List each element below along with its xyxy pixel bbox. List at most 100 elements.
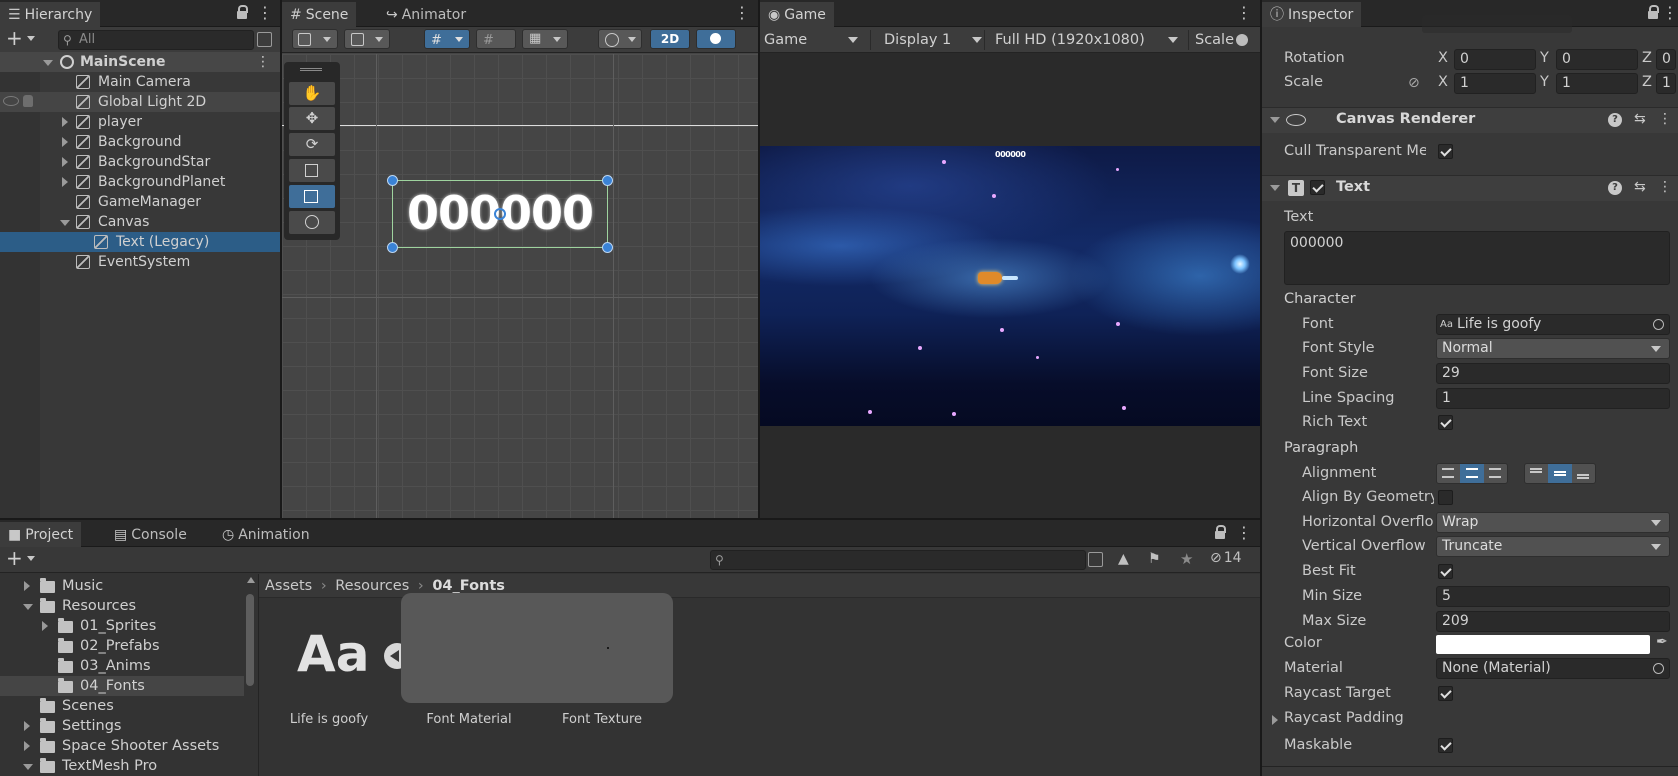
search-filter-icon[interactable] xyxy=(1088,552,1103,567)
create-button[interactable]: + xyxy=(6,28,40,50)
filter-by-type-icon[interactable]: ▲ xyxy=(1118,551,1129,567)
component-menu-icon[interactable]: ⋮ xyxy=(1658,111,1672,127)
line-spacing-field[interactable]: 1 xyxy=(1436,388,1670,409)
max-size-field[interactable]: 209 xyxy=(1436,611,1670,632)
selected-text-rect[interactable]: 000000 xyxy=(387,175,613,253)
h-overflow-dropdown[interactable]: Wrap xyxy=(1436,512,1670,533)
scale-tool-button[interactable] xyxy=(289,159,335,182)
eyedropper-icon[interactable]: ✒ xyxy=(1656,634,1668,650)
toggle-2d-button[interactable]: 2D xyxy=(650,29,690,49)
more-menu-icon[interactable]: ⋮ xyxy=(257,3,273,23)
project-folder-item[interactable]: TextMesh Pro xyxy=(0,756,244,776)
scene-menu-icon[interactable]: ⋮ xyxy=(256,52,270,72)
tab-animator[interactable]: ↪ Animator xyxy=(378,2,474,27)
chevron-right-icon[interactable] xyxy=(24,741,30,751)
project-folder-item[interactable]: 01_Sprites xyxy=(0,616,244,636)
chevron-right-icon[interactable] xyxy=(62,177,68,187)
asset-label-font-material[interactable]: Font Material xyxy=(409,712,529,727)
best-fit-checkbox[interactable] xyxy=(1438,564,1453,579)
palette-drag-handle[interactable] xyxy=(300,68,322,71)
cull-transparent-checkbox[interactable] xyxy=(1438,144,1453,159)
raycast-padding-expander[interactable] xyxy=(1272,715,1278,725)
hidden-packages-toggle[interactable]: ⊘ 14 xyxy=(1210,550,1242,566)
resolution-dropdown[interactable]: Full HD (1920x1080) xyxy=(984,30,1184,50)
hierarchy-item[interactable]: Global Light 2D xyxy=(0,92,280,112)
tab-game[interactable]: ◉ Game xyxy=(760,2,834,27)
grid-visibility-dropdown[interactable]: ▦ xyxy=(522,29,568,49)
collapse-toggle[interactable] xyxy=(1270,185,1280,191)
project-folder-item[interactable]: Resources xyxy=(0,596,244,616)
align-right-button[interactable] xyxy=(1484,464,1507,483)
hierarchy-item[interactable]: Text (Legacy) xyxy=(0,232,280,252)
tab-project[interactable]: ■ Project xyxy=(0,522,82,547)
canvas-renderer-header[interactable]: Canvas Renderer ? ⇆ ⋮ xyxy=(1262,107,1678,133)
hierarchy-item[interactable]: EventSystem xyxy=(0,252,280,272)
font-field[interactable]: Aa Life is goofy xyxy=(1436,314,1670,335)
rect-handle[interactable] xyxy=(387,175,398,186)
project-folder-item[interactable]: Scenes xyxy=(0,696,244,716)
align-bottom-button[interactable] xyxy=(1572,464,1595,483)
breadcrumb-assets[interactable]: Assets xyxy=(265,578,312,594)
maskable-checkbox[interactable] xyxy=(1438,738,1453,753)
scale-x-field[interactable]: 1 xyxy=(1454,73,1536,94)
pivot-handle[interactable] xyxy=(494,208,506,220)
rect-tool-button[interactable] xyxy=(289,185,335,208)
scale-z-field[interactable]: 1 xyxy=(1656,73,1676,94)
scale-y-field[interactable]: 1 xyxy=(1556,73,1638,94)
snap-grid-toggle[interactable]: # xyxy=(424,29,470,49)
text-component-header[interactable]: T Text ? ⇆ ⋮ xyxy=(1262,175,1678,201)
project-folder-item[interactable]: Music xyxy=(0,576,244,596)
gizmo-shading-dropdown[interactable] xyxy=(344,29,390,49)
color-swatch[interactable] xyxy=(1436,635,1650,654)
asset-font-life-is-goofy[interactable]: Aa xyxy=(289,619,369,699)
breadcrumb-resources[interactable]: Resources xyxy=(335,578,409,594)
more-menu-icon[interactable]: ⋮ xyxy=(1236,523,1252,543)
project-folder-item[interactable]: 02_Prefabs xyxy=(0,636,244,656)
project-folder-item[interactable]: Space Shooter Assets xyxy=(0,736,244,756)
increment-snap-dropdown[interactable]: # xyxy=(476,29,516,49)
align-left-button[interactable] xyxy=(1437,464,1460,483)
scene-lighting-toggle[interactable] xyxy=(696,29,736,49)
text-enabled-checkbox[interactable] xyxy=(1310,180,1325,195)
hierarchy-item[interactable]: BackgroundStar xyxy=(0,152,280,172)
asset-label-font-texture[interactable]: Font Texture xyxy=(542,712,662,727)
project-folder-item[interactable]: 03_Anims xyxy=(0,656,244,676)
preset-icon[interactable]: ⇆ xyxy=(1634,179,1646,195)
more-menu-icon[interactable]: ⋮ xyxy=(734,3,750,23)
pickable-hand-icon[interactable] xyxy=(23,95,33,107)
component-menu-icon[interactable]: ⋮ xyxy=(1658,179,1672,195)
lock-icon[interactable] xyxy=(236,5,248,19)
more-menu-icon[interactable]: ⋮ xyxy=(1662,3,1678,23)
font-texture-thumb[interactable] xyxy=(607,647,609,649)
rect-handle[interactable] xyxy=(602,242,613,253)
project-search-input[interactable]: ⚲ xyxy=(710,550,1086,570)
rotate-tool-button[interactable]: ⟳ xyxy=(289,133,335,156)
align-top-button[interactable] xyxy=(1525,464,1548,483)
chevron-down-icon[interactable] xyxy=(23,764,33,770)
favorites-star-icon[interactable]: ★ xyxy=(1180,550,1193,568)
breadcrumb-fonts[interactable]: 04_Fonts xyxy=(432,578,505,594)
hierarchy-item[interactable]: GameManager xyxy=(0,192,280,212)
expand-toggle[interactable] xyxy=(43,60,53,66)
render-mode-dropdown[interactable] xyxy=(598,29,642,49)
tab-console[interactable]: ▤ Console xyxy=(106,522,195,547)
view-tool-button[interactable]: ✋ xyxy=(289,82,335,105)
draw-mode-dropdown[interactable] xyxy=(292,29,338,49)
transform-tool-button[interactable] xyxy=(289,211,335,234)
rotation-z-field[interactable]: 0 xyxy=(1656,49,1676,70)
more-menu-icon[interactable]: ⋮ xyxy=(1236,3,1252,23)
hierarchy-item[interactable]: player xyxy=(0,112,280,132)
game-viewport[interactable]: 000000 xyxy=(760,146,1260,426)
search-filter-icon[interactable] xyxy=(257,32,272,47)
chevron-right-icon[interactable] xyxy=(42,621,48,631)
scene-root-row[interactable]: MainScene ⋮ xyxy=(0,52,280,72)
rotation-x-field[interactable]: 0 xyxy=(1454,49,1536,70)
align-middle-button[interactable] xyxy=(1548,464,1572,483)
move-tool-button[interactable]: ✥ xyxy=(289,107,335,130)
filter-by-label-icon[interactable]: ⚑ xyxy=(1148,551,1161,567)
tree-scrollbar-thumb[interactable] xyxy=(246,594,254,686)
chevron-right-icon[interactable] xyxy=(62,157,68,167)
tab-animation[interactable]: ◷ Animation xyxy=(214,522,318,547)
chevron-down-icon[interactable] xyxy=(60,220,70,226)
lock-icon[interactable] xyxy=(1647,5,1659,19)
